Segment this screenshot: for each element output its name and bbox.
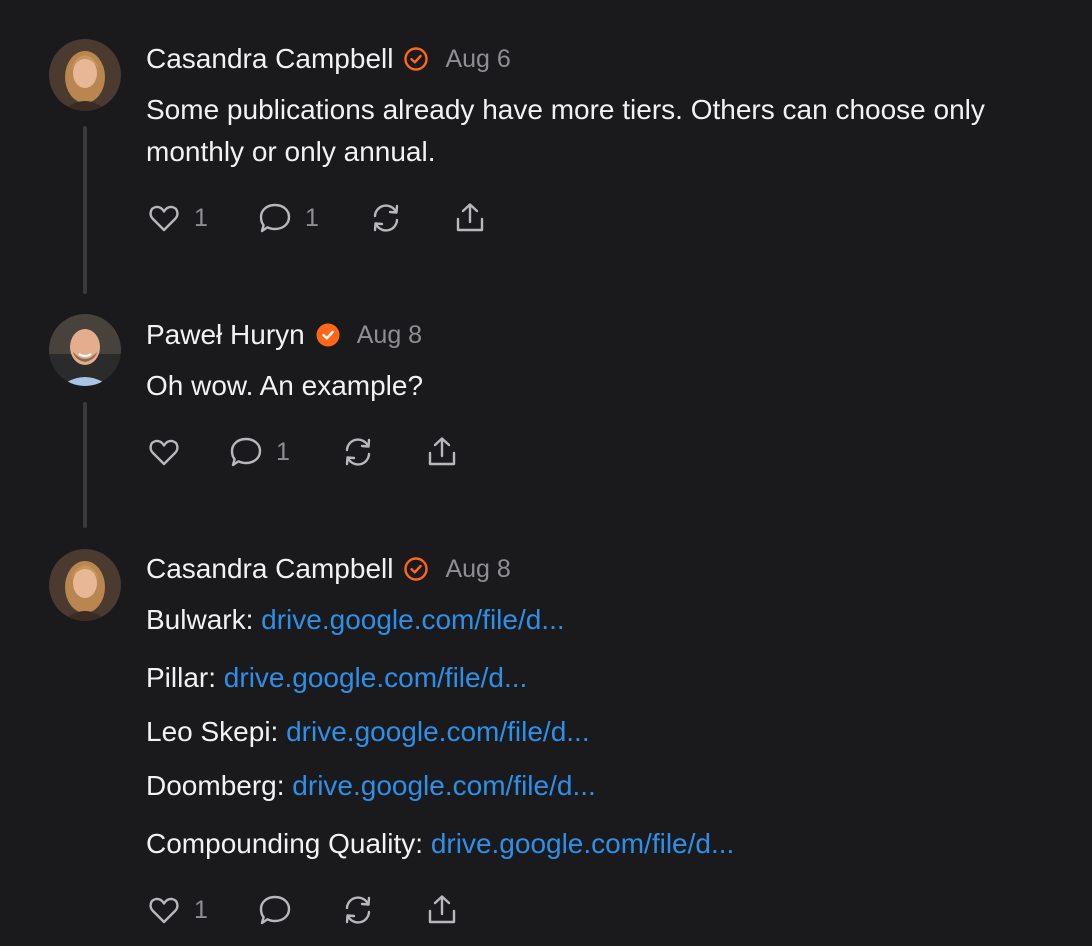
heart-icon [149,897,179,924]
reply-count: 1 [276,437,290,466]
reply-count: 1 [305,203,319,232]
thread-line [83,126,87,294]
avatar[interactable] [49,549,121,621]
like-button[interactable]: 1 [146,200,208,236]
drive-link[interactable]: drive.google.com/file/d... [224,662,528,693]
restack-icon [345,896,371,924]
verified-badge-icon [403,556,429,582]
like-button[interactable]: 1 [146,892,208,928]
comment-body: Oh wow. An example? [146,370,424,401]
link-label: Leo Skepi: [146,716,279,747]
link-label: Doomberg: [146,770,285,801]
link-label: Pillar: [146,662,217,693]
link-line: Compounding Quality: drive.google.com/fi… [146,828,734,860]
drive-link[interactable]: drive.google.com/file/d... [286,716,590,747]
comment-header: Paweł Huryn Aug 8 [146,319,422,351]
verified-badge-icon [403,46,429,72]
thread-line [83,402,87,528]
comment-date[interactable]: Aug 8 [357,321,422,350]
speech-bubble-icon [259,203,291,233]
author-name[interactable]: Paweł Huryn [146,319,305,351]
share-icon [428,437,456,466]
like-button[interactable] [146,434,194,470]
share-button[interactable] [452,200,488,236]
speech-bubble-icon [230,437,262,467]
avatar[interactable] [49,39,121,111]
heart-icon [149,439,179,466]
comment-header: Casandra Campbell Aug 8 [146,553,511,585]
author-name[interactable]: Casandra Campbell [146,43,393,75]
reply-button[interactable] [257,892,305,928]
drive-link[interactable]: drive.google.com/file/d... [431,828,735,859]
comment-header: Casandra Campbell Aug 6 [146,43,511,75]
share-button[interactable] [424,892,460,928]
link-line: Pillar: drive.google.com/file/d... [146,662,527,694]
restack-button[interactable] [340,892,376,928]
link-line: Leo Skepi: drive.google.com/file/d... [146,716,590,748]
verified-badge-icon [315,322,341,348]
share-icon [428,895,456,924]
restack-icon [373,204,399,232]
share-icon [456,203,484,232]
comment-body: Some publications already have more tier… [146,94,985,167]
restack-button[interactable] [340,434,376,470]
restack-button[interactable] [368,200,404,236]
comment-date[interactable]: Aug 6 [445,45,510,74]
avatar[interactable] [49,314,121,386]
drive-link[interactable]: drive.google.com/file/d... [292,770,596,801]
link-line: Bulwark: drive.google.com/file/d... [146,604,565,636]
drive-link[interactable]: drive.google.com/file/d... [261,604,565,635]
comment-date[interactable]: Aug 8 [445,555,510,584]
restack-icon [345,438,371,466]
author-name[interactable]: Casandra Campbell [146,553,393,585]
speech-bubble-icon [259,895,291,925]
link-line: Doomberg: drive.google.com/file/d... [146,770,596,802]
like-count: 1 [194,895,208,924]
reply-button[interactable]: 1 [228,434,290,470]
heart-icon [149,205,179,232]
reply-button[interactable]: 1 [257,200,319,236]
like-count: 1 [194,203,208,232]
link-label: Compounding Quality: [146,828,424,859]
comment-thread: Casandra Campbell Aug 6 Some publication… [0,0,1092,946]
share-button[interactable] [424,434,460,470]
link-label: Bulwark: [146,604,254,635]
